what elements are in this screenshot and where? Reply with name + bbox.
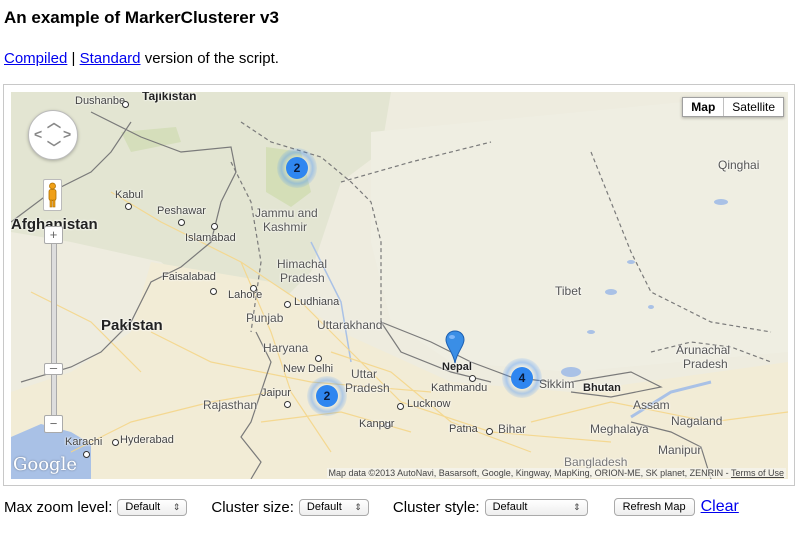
- label-islamabad: Islamabad: [185, 232, 236, 244]
- label-meghalaya: Meghalaya: [590, 422, 649, 436]
- label-assam: Assam: [633, 398, 670, 412]
- city-dot: [211, 223, 218, 230]
- map-type-map-button[interactable]: Map: [683, 98, 725, 116]
- map-pin-icon[interactable]: [445, 330, 465, 369]
- city-dot: [125, 203, 132, 210]
- cluster-count: 2: [286, 157, 308, 179]
- label-rajasthan: Rajasthan: [203, 398, 258, 412]
- google-logo: Google: [13, 454, 77, 475]
- zoom-out-button[interactable]: −: [44, 415, 63, 433]
- label-bihar: Bihar: [498, 422, 527, 436]
- city-dot: [486, 428, 493, 435]
- label-peshawar: Peshawar: [157, 205, 206, 217]
- label-arunachal: Arunachal: [676, 343, 731, 357]
- label-uttar-pradesh: Pradesh: [345, 381, 390, 395]
- label-jaipur: Jaipur: [261, 387, 291, 399]
- cluster-count: 2: [316, 385, 338, 407]
- clear-link[interactable]: Clear: [701, 498, 739, 516]
- attribution-text: Map data ©2013 AutoNavi, Basarsoft, Goog…: [328, 468, 729, 478]
- map-attribution: Map data ©2013 AutoNavi, Basarsoft, Goog…: [326, 468, 786, 478]
- label-dushanbe: Dushanbe: [75, 95, 126, 107]
- label-hyderabad: Hyderabad: [120, 434, 174, 446]
- label-lahore: Lahore: [228, 289, 263, 301]
- max-zoom-value: Default: [125, 501, 161, 513]
- pan-up-icon[interactable]: ︿: [47, 115, 61, 129]
- cluster-size-label: Cluster size:: [211, 498, 294, 516]
- label-haryana: Haryana: [263, 341, 309, 355]
- city-dot: [178, 219, 185, 226]
- label-new-delhi: New Delhi: [283, 363, 334, 375]
- city-dot: [210, 288, 217, 295]
- label-arunachal-pradesh: Pradesh: [683, 357, 728, 371]
- cluster-style-select[interactable]: Default ⇕: [484, 498, 588, 516]
- label-manipur: Manipur: [658, 443, 702, 457]
- label-faisalabad: Faisalabad: [162, 271, 216, 283]
- label-uttarakhand: Uttarakhand: [317, 318, 383, 332]
- label-kashmir: Kashmir: [263, 220, 308, 234]
- compiled-link[interactable]: Compiled: [4, 50, 67, 67]
- script-version-links: Compiled | Standard version of the scrip…: [4, 50, 279, 67]
- label-uttar: Uttar: [351, 367, 378, 381]
- pan-control-icon[interactable]: ︿ ﹀ < >: [28, 110, 78, 160]
- page-title: An example of MarkerClusterer v3: [4, 8, 279, 27]
- label-lucknow: Lucknow: [407, 398, 451, 410]
- map-canvas[interactable]: Dushanbe Tajikistan Kabul Afghanistan Pe…: [11, 92, 788, 479]
- city-dot: [112, 439, 119, 446]
- label-punjab: Punjab: [246, 311, 284, 325]
- cluster-style-value: Default: [492, 501, 528, 513]
- refresh-map-button[interactable]: Refresh Map: [613, 498, 695, 516]
- cluster-marker[interactable]: 2: [307, 376, 347, 416]
- cluster-marker[interactable]: 4: [502, 358, 542, 398]
- terms-of-use-link[interactable]: Terms of Use: [731, 468, 784, 478]
- standard-link[interactable]: Standard: [80, 50, 141, 67]
- pan-down-icon[interactable]: ﹀: [47, 141, 61, 155]
- label-nagaland: Nagaland: [671, 414, 723, 428]
- label-kanpur: Kanpur: [359, 418, 395, 430]
- city-dot: [83, 451, 90, 458]
- label-ludhiana: Ludhiana: [294, 296, 340, 308]
- label-tajikistan: Tajikistan: [142, 92, 197, 103]
- select-arrows-icon: ⇕: [573, 501, 581, 512]
- label-pakistan: Pakistan: [101, 317, 163, 334]
- label-kathmandu: Kathmandu: [431, 382, 488, 394]
- map-type-satellite-button[interactable]: Satellite: [724, 98, 783, 116]
- pan-left-icon[interactable]: <: [34, 127, 42, 141]
- cluster-marker[interactable]: 2: [277, 148, 317, 188]
- label-karachi: Karachi: [65, 436, 103, 448]
- city-dot: [284, 301, 291, 308]
- zoom-slider-handle[interactable]: –: [44, 361, 63, 375]
- label-bangladesh: Bangladesh: [564, 455, 628, 469]
- pan-right-icon[interactable]: >: [63, 127, 71, 141]
- label-kabul: Kabul: [115, 189, 144, 201]
- label-bhutan: Bhutan: [583, 382, 621, 394]
- max-zoom-select[interactable]: Default ⇕: [117, 498, 188, 516]
- city-dot: [284, 401, 291, 408]
- city-dot: [315, 355, 322, 362]
- label-jammu: Jammu and: [255, 206, 318, 220]
- max-zoom-label: Max zoom level:: [4, 498, 113, 516]
- select-arrows-icon: ⇕: [354, 501, 362, 512]
- city-dot: [397, 403, 404, 410]
- city-dot: [469, 375, 476, 382]
- label-himachal-pradesh: Pradesh: [280, 271, 325, 285]
- label-himachal: Himachal: [277, 257, 328, 271]
- options-bar: Max zoom level: Default ⇕ Cluster size: …: [4, 498, 739, 516]
- links-suffix: version of the script.: [144, 50, 279, 67]
- label-tibet: Tibet: [555, 284, 582, 298]
- label-sikkim: Sikkim: [539, 377, 575, 391]
- street-view-pegman-icon[interactable]: [43, 179, 62, 211]
- cluster-count: 4: [511, 367, 533, 389]
- map-frame: Dushanbe Tajikistan Kabul Afghanistan Pe…: [3, 84, 795, 486]
- cluster-size-value: Default: [306, 501, 342, 513]
- map-type-control: Map Satellite: [682, 97, 784, 117]
- link-separator: |: [71, 50, 76, 67]
- zoom-slider-track[interactable]: [51, 242, 57, 424]
- city-dot: [122, 101, 129, 108]
- zoom-in-button[interactable]: +: [44, 226, 63, 244]
- label-qinghai: Qinghai: [718, 158, 760, 172]
- cluster-size-select[interactable]: Default ⇕: [298, 498, 369, 516]
- cluster-style-label: Cluster style:: [392, 498, 480, 516]
- label-patna: Patna: [449, 423, 478, 435]
- select-arrows-icon: ⇕: [172, 501, 181, 512]
